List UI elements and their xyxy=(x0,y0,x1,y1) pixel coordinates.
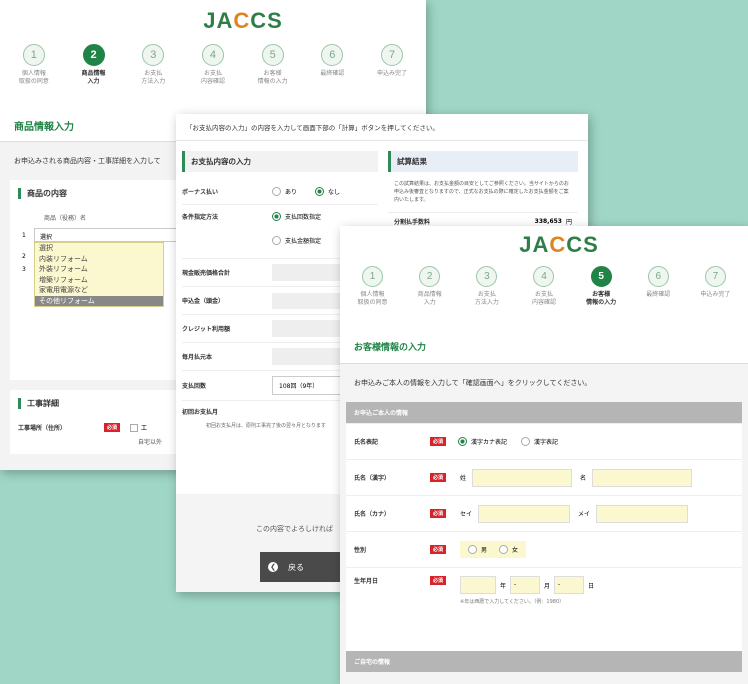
step-7: 7 申込み完了 xyxy=(366,44,418,86)
count-label: 支払回数 xyxy=(182,383,207,390)
progress-steps: 1 個人情報 取扱の同意 2 商品情報 入力 3 お支払 方法入力 4 お支払 内容確認… xyxy=(340,260,748,313)
month-unit: 月 xyxy=(544,582,551,590)
required-badge: 必須 xyxy=(430,509,447,518)
jaccs-logo: JACCS xyxy=(203,8,283,33)
fee-label: 分割払手数料 xyxy=(394,219,431,226)
name-kanji-radio[interactable]: 漢字表記 xyxy=(521,437,558,446)
option-extension[interactable]: 増築リフォーム xyxy=(35,275,163,286)
customer-info-screen[interactable]: JACCS 1 個人情報 取扱の同意 2 商品情報 入力 3 お支払 方法入力 4 お支… xyxy=(340,226,748,684)
step-3: 3 お支払 方法入力 xyxy=(127,44,179,86)
sei-kana-label: セイ xyxy=(460,511,473,518)
section-home: ご自宅の情報 xyxy=(346,651,742,672)
required-badge: 必須 xyxy=(430,576,447,585)
name-kanji-label: 氏名（漢字） xyxy=(354,475,391,482)
sei-kana-input[interactable] xyxy=(478,504,571,523)
birth-note: ※年は西暦で入力してください。（例：1980） xyxy=(460,599,565,605)
name-kana-label: 氏名（カナ） xyxy=(354,511,391,518)
step-1: 1 個人情報 取扱の同意 xyxy=(347,266,399,307)
step-6: 6 最終確認 xyxy=(632,266,684,307)
page-title: お客様情報の入力 xyxy=(340,330,748,364)
birth-label: 生年月日 xyxy=(354,578,379,585)
birth-month-select[interactable]: - xyxy=(510,576,541,594)
progress-steps: 1 個人情報 取扱の同意 2 商品情報 入力 3 お支払 方法入力 4 お支払 内容確認… xyxy=(0,38,426,92)
gender-label: 性別 xyxy=(354,547,367,554)
gender-female-radio[interactable]: 女 xyxy=(499,545,518,554)
step-5: 5 お客様 情報の入力 xyxy=(575,266,627,307)
step-2: 2 商品情報 入力 xyxy=(404,266,456,307)
option-exterior[interactable]: 外装リフォーム xyxy=(35,264,163,275)
section-result: 試算結果 xyxy=(388,151,578,172)
option-other[interactable]: その他リフォーム xyxy=(35,295,163,306)
step-4: 4 お支払 内容確認 xyxy=(187,44,239,86)
name-type-label: 氏名表記 xyxy=(354,439,379,446)
bonus-no-radio[interactable]: なし xyxy=(315,186,340,196)
step-1: 1 個人情報 取扱の同意 xyxy=(8,44,60,86)
step-3: 3 お支払 方法入力 xyxy=(461,266,513,307)
mei-input[interactable] xyxy=(592,468,693,487)
price-label: 現金販売価格合計 xyxy=(182,270,231,277)
intro-text: お申込みご本人の情報を入力して「確認画面へ」をクリックしてください。 xyxy=(354,379,592,387)
back-button[interactable]: ❮ 戻る xyxy=(260,552,340,582)
sei-input[interactable] xyxy=(472,468,573,487)
mei-kana-input[interactable] xyxy=(596,504,689,523)
option-interior[interactable]: 内装リフォーム xyxy=(35,254,163,265)
birth-day-select[interactable]: - xyxy=(554,576,585,594)
section-applicant: お申込ご本人の情報 xyxy=(346,402,742,423)
instruction-text: 「お支払内容の入力」の内容を入力して画面下部の「計算」ボタンを押してください。 xyxy=(176,114,588,141)
birth-year-input[interactable] xyxy=(460,576,497,594)
required-badge: 必須 xyxy=(430,437,447,446)
option-appliance[interactable]: 家電用電源など xyxy=(35,285,163,296)
required-badge: 必須 xyxy=(104,423,121,432)
work-location-label: 工事場所（住所） xyxy=(18,425,67,432)
work-checkbox[interactable]: 工 xyxy=(130,423,147,432)
down-payment-label: 申込金（頭金） xyxy=(182,298,225,305)
method-label: 条件指定方法 xyxy=(182,214,219,221)
mei-kana-label: メイ xyxy=(578,511,591,518)
back-arrow-icon: ❮ xyxy=(268,562,278,572)
first-payment-label: 初回お支払月 xyxy=(182,409,219,416)
day-unit: 日 xyxy=(588,582,595,590)
row-number: 1 xyxy=(22,231,26,239)
gender-male-radio[interactable]: 男 xyxy=(468,545,487,554)
result-text: この試算結果は、お支払金額の目安としてご参照ください。当サイトからのお申込み後審… xyxy=(394,181,569,203)
method-amount-radio[interactable]: 支払金額指定 xyxy=(272,235,321,245)
mei-label: 名 xyxy=(580,475,587,482)
fee-value: 338,653 xyxy=(534,218,562,225)
jaccs-logo: JACCS xyxy=(519,232,599,257)
method-count-radio[interactable]: 支払回数指定 xyxy=(272,212,321,221)
year-unit: 年 xyxy=(500,582,507,590)
fee-unit: 円 xyxy=(565,219,572,226)
product-dropdown-list: 選択 内装リフォーム 外装リフォーム 増築リフォーム 家電用電源など その他リフ… xyxy=(34,242,164,307)
credit-label: クレジット利用額 xyxy=(182,326,231,333)
section-payment-input: お支払内容の入力 xyxy=(182,151,378,172)
monthly-label: 毎月払元本 xyxy=(182,354,213,361)
required-badge: 必須 xyxy=(430,545,447,554)
step-2: 2 商品情報 入力 xyxy=(68,44,120,86)
name-kana-radio[interactable]: 漢字カナ表記 xyxy=(458,437,507,446)
bonus-yes-radio[interactable]: あり xyxy=(272,186,297,196)
row-number: 3 xyxy=(22,266,26,274)
bonus-label: ボーナス払い xyxy=(182,188,219,196)
required-badge: 必須 xyxy=(430,473,447,482)
step-7: 7 申込み完了 xyxy=(689,266,741,307)
sei-label: 姓 xyxy=(460,475,467,482)
row-number: 2 xyxy=(22,253,26,260)
step-4: 4 お支払 内容確認 xyxy=(518,266,570,307)
step-5: 5 お客様 情報の入力 xyxy=(247,44,299,86)
option-select[interactable]: 選択 xyxy=(35,243,163,254)
step-6: 6 最終確認 xyxy=(306,44,358,86)
